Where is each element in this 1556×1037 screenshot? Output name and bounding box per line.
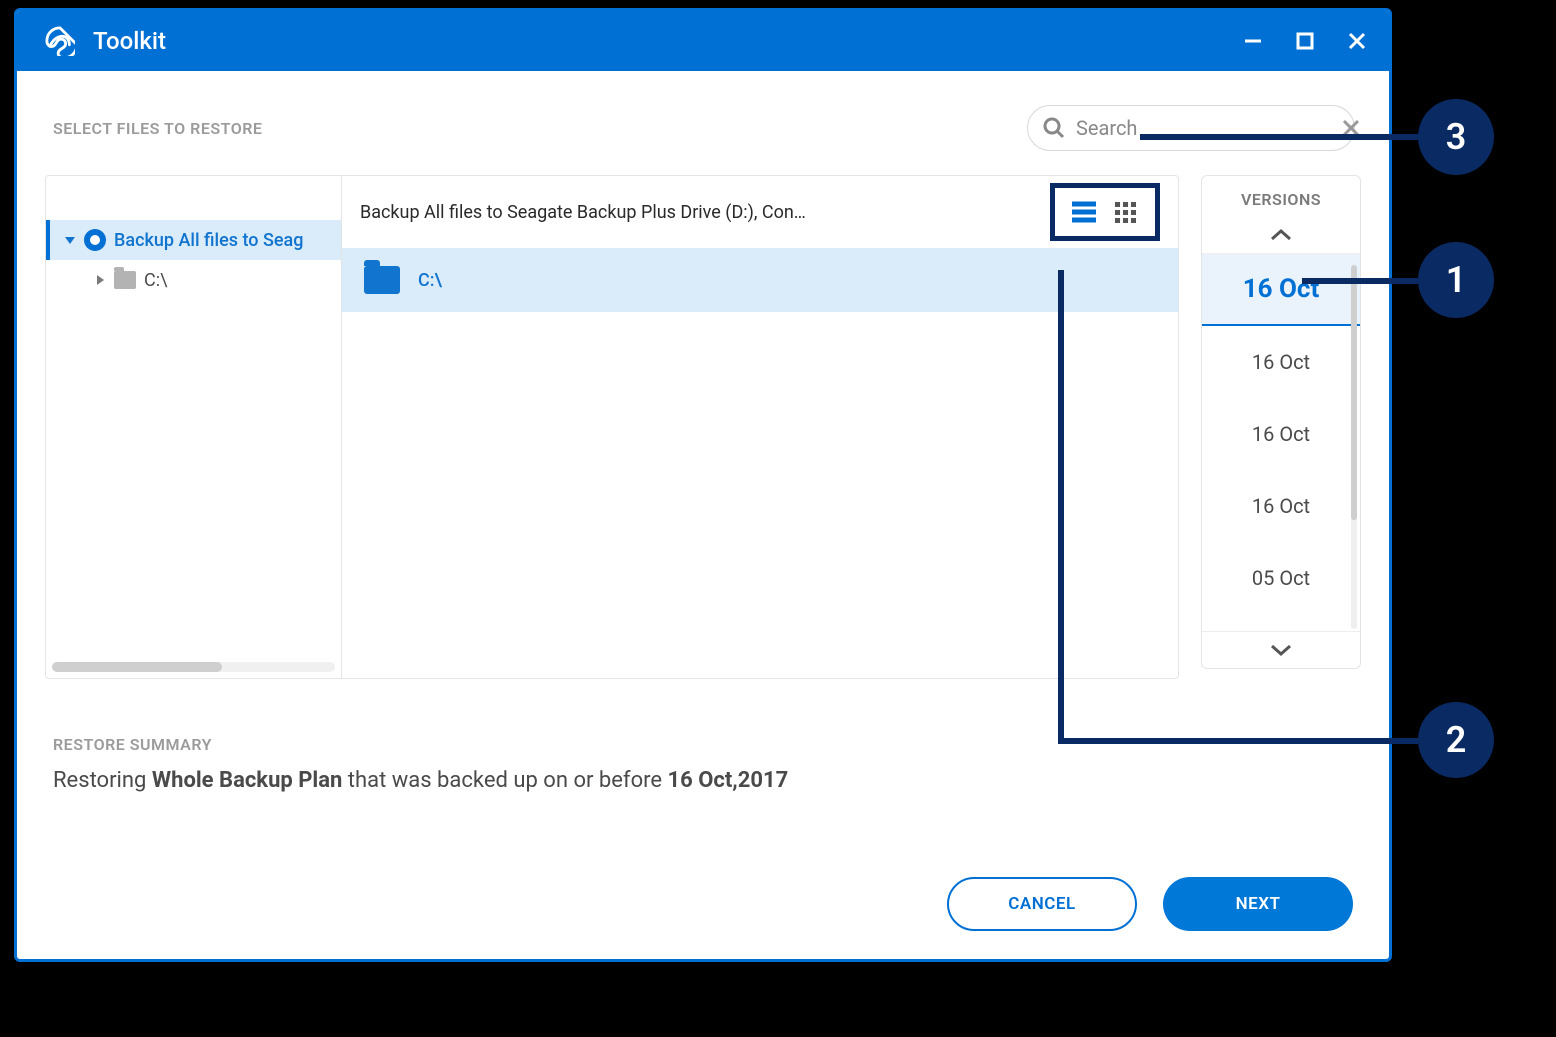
search-box[interactable]	[1027, 105, 1355, 151]
versions-vertical-scrollbar[interactable]	[1351, 265, 1357, 629]
list-view-button[interactable]	[1063, 194, 1105, 230]
tree-item-label: Backup All files to Seag	[114, 230, 303, 251]
tree-item-drive-c[interactable]: C:\	[46, 260, 341, 300]
list-row-label: C:\	[418, 270, 442, 291]
versions-panel-wrap: VERSIONS 16 Oct 16 Oct 16 Oct 16 Oct 05 …	[1201, 175, 1361, 679]
callout-3: 3	[1418, 99, 1494, 175]
summary-prefix: Restoring	[53, 768, 152, 793]
folder-icon	[114, 271, 136, 289]
tree-pane: Backup All files to Seag C:\	[46, 176, 342, 678]
version-item[interactable]: 16 Oct	[1202, 326, 1360, 398]
tree-item-label: C:\	[144, 270, 167, 291]
versions-scroll-up[interactable]	[1202, 217, 1360, 253]
list-row-drive-c[interactable]: C:\	[342, 248, 1178, 312]
footer-buttons: CANCEL NEXT	[45, 877, 1361, 937]
version-item[interactable]: 16 Oct	[1202, 398, 1360, 470]
scrollbar-thumb[interactable]	[1351, 265, 1357, 520]
view-toggle	[1050, 183, 1160, 241]
versions-scroll-down[interactable]	[1202, 632, 1360, 668]
grid-view-button[interactable]	[1105, 194, 1147, 230]
callout-line-2v	[1058, 270, 1064, 742]
backup-disc-icon	[84, 229, 106, 251]
folder-icon	[364, 266, 400, 294]
top-row: SELECT FILES TO RESTORE	[45, 105, 1361, 151]
app-window: Toolkit SELECT FILES TO RESTORE	[14, 8, 1392, 962]
scrollbar-thumb[interactable]	[52, 662, 222, 672]
version-item[interactable]: 16 Oct	[1202, 254, 1360, 326]
main-layout: Backup All files to Seag C:\	[45, 175, 1361, 679]
next-button[interactable]: NEXT	[1163, 877, 1353, 931]
breadcrumb-row: Backup All files to Seagate Backup Plus …	[342, 176, 1178, 248]
breadcrumb: Backup All files to Seagate Backup Plus …	[360, 202, 1038, 223]
list-pane: Backup All files to Seagate Backup Plus …	[342, 176, 1178, 678]
browser-panel: Backup All files to Seag C:\	[45, 175, 1179, 679]
callout-line-3	[1140, 134, 1418, 140]
maximize-button[interactable]	[1293, 29, 1317, 53]
chevron-down-icon	[64, 230, 76, 251]
tree-horizontal-scrollbar[interactable]	[52, 662, 335, 672]
window-controls	[1241, 29, 1369, 53]
minimize-button[interactable]	[1241, 29, 1265, 53]
content-area: SELECT FILES TO RESTORE	[17, 71, 1389, 959]
summary-date: 16 Oct,2017	[668, 768, 789, 793]
titlebar: Toolkit	[17, 11, 1389, 71]
chevron-right-icon	[94, 270, 106, 291]
seagate-logo-icon	[45, 26, 75, 56]
callout-2: 2	[1418, 702, 1494, 778]
callout-1: 1	[1418, 242, 1494, 318]
close-button[interactable]	[1345, 29, 1369, 53]
app-title: Toolkit	[93, 27, 1241, 55]
summary-plan-name: Whole Backup Plan	[152, 768, 342, 793]
version-item[interactable]: 05 Oct	[1202, 542, 1360, 614]
tree-item-backup-plan[interactable]: Backup All files to Seag	[46, 220, 341, 260]
summary-middle: that was backed up on or before	[342, 768, 667, 793]
cancel-button[interactable]: CANCEL	[947, 877, 1137, 931]
callout-line-2h	[1058, 738, 1418, 744]
versions-list: 16 Oct 16 Oct 16 Oct 16 Oct 05 Oct	[1202, 253, 1360, 632]
callout-line-1	[1302, 278, 1418, 284]
summary-text: Restoring Whole Backup Plan that was bac…	[53, 768, 1353, 793]
versions-panel: VERSIONS 16 Oct 16 Oct 16 Oct 16 Oct 05 …	[1201, 175, 1361, 669]
version-item[interactable]: 16 Oct	[1202, 470, 1360, 542]
search-icon	[1042, 116, 1066, 140]
section-title: SELECT FILES TO RESTORE	[53, 119, 262, 138]
versions-title: VERSIONS	[1202, 176, 1360, 217]
